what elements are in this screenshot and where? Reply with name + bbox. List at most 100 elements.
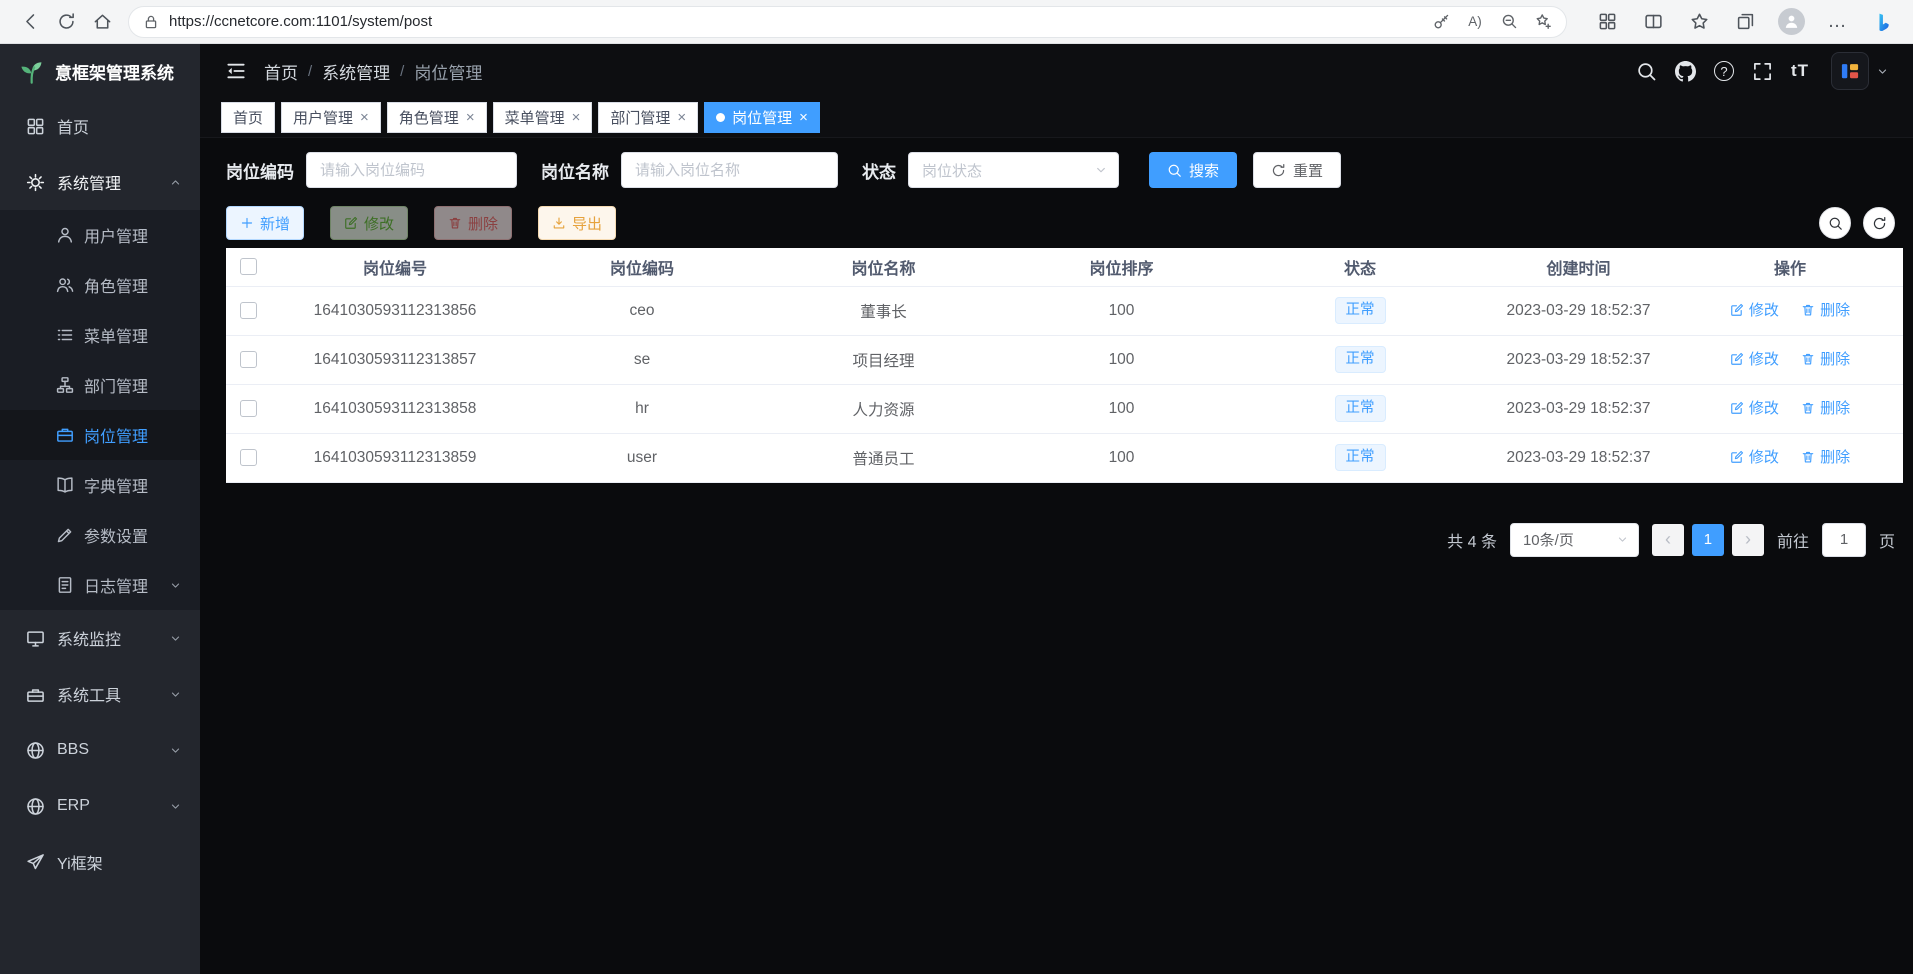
- tab-close-icon[interactable]: ×: [466, 110, 475, 125]
- font-size-button[interactable]: tT: [1791, 61, 1809, 81]
- sidebar-item-system-management[interactable]: 系统管理: [0, 154, 200, 210]
- extensions-button[interactable]: [1589, 4, 1625, 40]
- tab-post-management[interactable]: 岗位管理×: [704, 102, 820, 133]
- header-search-button[interactable]: [1636, 61, 1657, 82]
- add-favorite-button[interactable]: [1526, 8, 1560, 36]
- row-edit-link[interactable]: 修改: [1730, 299, 1779, 320]
- password-key-button[interactable]: [1424, 8, 1458, 36]
- sidebar-item-user-management[interactable]: 用户管理: [0, 210, 200, 260]
- favorites-button[interactable]: [1681, 4, 1717, 40]
- refresh-table-button[interactable]: [1863, 207, 1895, 239]
- reset-button[interactable]: 重置: [1253, 152, 1341, 188]
- sidebar-item-menu-management[interactable]: 菜单管理: [0, 310, 200, 360]
- prev-page-button[interactable]: ‹: [1652, 524, 1684, 556]
- sidebar-item-bbs[interactable]: BBS: [0, 722, 200, 778]
- post-name-input[interactable]: [621, 152, 838, 188]
- column-header-post-sort: 岗位排序: [1003, 248, 1240, 286]
- url-input[interactable]: [169, 13, 1424, 30]
- delete-button[interactable]: 删除: [434, 206, 512, 240]
- export-button[interactable]: 导出: [538, 206, 616, 240]
- sidebar: 意框架管理系统 首页 系统管理 用户管理 角色管理: [0, 44, 200, 974]
- toggle-search-button[interactable]: [1819, 207, 1851, 239]
- browser-back-button[interactable]: [12, 4, 48, 40]
- github-button[interactable]: [1675, 61, 1696, 82]
- sidebar-item-param-settings[interactable]: 参数设置: [0, 510, 200, 560]
- tab-dept-management[interactable]: 部门管理×: [598, 102, 698, 133]
- key-icon: [1433, 13, 1450, 30]
- page-size-select[interactable]: 10条/页: [1510, 523, 1639, 557]
- help-button[interactable]: ?: [1714, 61, 1734, 81]
- edit-button[interactable]: 修改: [330, 206, 408, 240]
- split-screen-button[interactable]: [1635, 4, 1671, 40]
- row-checkbox[interactable]: [240, 351, 257, 368]
- tab-home[interactable]: 首页: [221, 102, 275, 133]
- sidebar-item-post-management[interactable]: 岗位管理: [0, 410, 200, 460]
- sidebar-item-dept-management[interactable]: 部门管理: [0, 360, 200, 410]
- row-checkbox[interactable]: [240, 302, 257, 319]
- sidebar-item-role-management[interactable]: 角色管理: [0, 260, 200, 310]
- post-code-input[interactable]: [306, 152, 517, 188]
- sidebar-item-system-tools[interactable]: 系统工具: [0, 666, 200, 722]
- next-page-button[interactable]: ›: [1732, 524, 1764, 556]
- profile-button[interactable]: [1773, 4, 1809, 40]
- sidebar-item-dict-management[interactable]: 字典管理: [0, 460, 200, 510]
- app-logo[interactable]: 意框架管理系统: [0, 44, 200, 98]
- cell-post-id: 1641030593112313859: [270, 433, 520, 482]
- tab-close-icon[interactable]: ×: [799, 110, 808, 125]
- sidebar-toggle-button[interactable]: [220, 55, 252, 87]
- users-icon: [56, 276, 74, 294]
- sidebar-item-system-monitor[interactable]: 系统监控: [0, 610, 200, 666]
- row-checkbox[interactable]: [240, 400, 257, 417]
- tab-close-icon[interactable]: ×: [572, 110, 581, 125]
- browser-refresh-button[interactable]: [48, 4, 84, 40]
- row-edit-link[interactable]: 修改: [1730, 348, 1779, 369]
- sidebar-item-label: 首页: [57, 114, 89, 138]
- row-delete-link[interactable]: 删除: [1801, 446, 1850, 467]
- row-delete-link[interactable]: 删除: [1801, 397, 1850, 418]
- search-button[interactable]: 搜索: [1149, 152, 1237, 188]
- home-icon: [93, 12, 112, 31]
- navbar-actions: ? tT: [1636, 52, 1889, 90]
- collections-button[interactable]: [1727, 4, 1763, 40]
- breadcrumb-home[interactable]: 首页: [264, 59, 298, 84]
- cell-create-time: 2023-03-29 18:52:37: [1480, 335, 1677, 384]
- zoom-button[interactable]: [1492, 8, 1526, 36]
- tab-close-icon[interactable]: ×: [677, 110, 686, 125]
- refresh-icon: [1872, 216, 1887, 231]
- read-aloud-button[interactable]: A): [1458, 8, 1492, 36]
- add-button[interactable]: 新增: [226, 206, 304, 240]
- tab-user-management[interactable]: 用户管理×: [281, 102, 381, 133]
- table-row: 1641030593112313859 user 普通员工 100 正常 202…: [226, 433, 1903, 482]
- breadcrumb-separator: /: [308, 63, 312, 80]
- tab-role-management[interactable]: 角色管理×: [387, 102, 487, 133]
- cell-create-time: 2023-03-29 18:52:37: [1480, 433, 1677, 482]
- tab-menu-management[interactable]: 菜单管理×: [493, 102, 593, 133]
- page-number-1[interactable]: 1: [1692, 524, 1724, 556]
- address-bar[interactable]: A): [128, 6, 1567, 38]
- sidebar-item-erp[interactable]: ERP: [0, 778, 200, 834]
- row-checkbox[interactable]: [240, 449, 257, 466]
- sidebar-item-yi-framework[interactable]: Yi框架: [0, 834, 200, 890]
- row-edit-link[interactable]: 修改: [1730, 397, 1779, 418]
- user-icon: [56, 226, 74, 244]
- row-delete-link[interactable]: 删除: [1801, 299, 1850, 320]
- user-avatar-button[interactable]: [1827, 52, 1889, 90]
- select-all-checkbox[interactable]: [240, 258, 257, 275]
- goto-page-input[interactable]: [1822, 523, 1866, 557]
- fullscreen-button[interactable]: [1752, 61, 1773, 82]
- sidebar-item-home[interactable]: 首页: [0, 98, 200, 154]
- row-delete-link[interactable]: 删除: [1801, 348, 1850, 369]
- bing-button[interactable]: [1865, 4, 1901, 40]
- row-edit-link[interactable]: 修改: [1730, 446, 1779, 467]
- split-screen-icon: [1644, 12, 1663, 31]
- browser-more-button[interactable]: …: [1819, 4, 1855, 40]
- sidebar-item-log-management[interactable]: 日志管理: [0, 560, 200, 610]
- browser-toolbar: A) …: [0, 0, 1913, 44]
- sidebar-item-label: Yi框架: [57, 850, 103, 874]
- tab-close-icon[interactable]: ×: [360, 110, 369, 125]
- breadcrumb-system-management[interactable]: 系统管理: [322, 59, 390, 84]
- browser-home-button[interactable]: [84, 4, 120, 40]
- cell-create-time: 2023-03-29 18:52:37: [1480, 384, 1677, 433]
- status-select[interactable]: 岗位状态: [908, 152, 1119, 188]
- edit-icon: [1730, 450, 1744, 464]
